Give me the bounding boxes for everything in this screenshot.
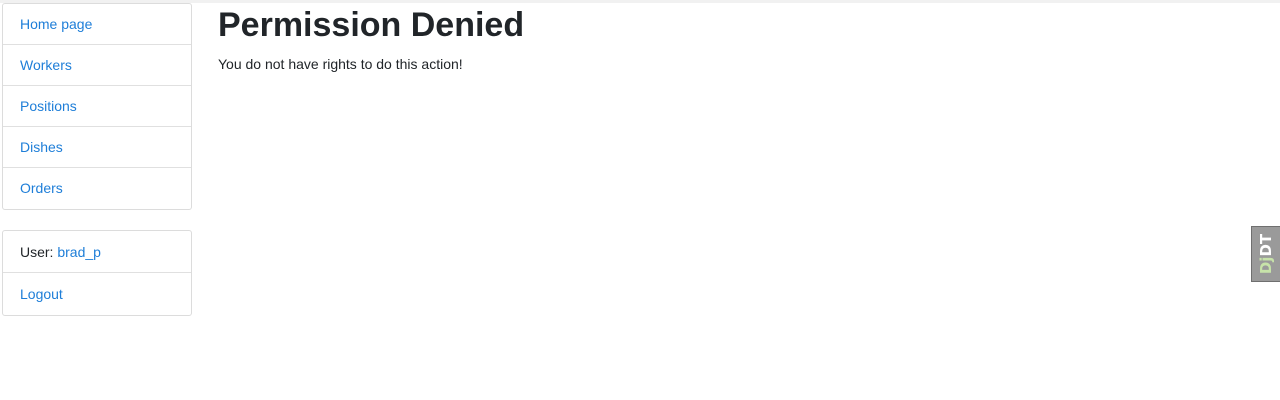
sidebar-item-home-link[interactable]: Home page	[20, 16, 92, 32]
debug-toolbar-logo-dt: DT	[1257, 233, 1275, 257]
sidebar-item-positions-link[interactable]: Positions	[20, 98, 77, 114]
page-title: Permission Denied	[218, 6, 525, 44]
user-label: User:	[20, 244, 58, 260]
top-border	[0, 0, 1280, 3]
logout-item[interactable]: Logout	[3, 273, 191, 315]
sidebar: Home page Workers Positions Dishes Order…	[2, 3, 192, 316]
user-info: User: brad_p	[3, 231, 191, 273]
main-content: Permission Denied You do not have rights…	[218, 5, 524, 72]
sidebar-item-dishes[interactable]: Dishes	[3, 127, 191, 168]
sidebar-nav: Home page Workers Positions Dishes Order…	[2, 3, 192, 210]
debug-toolbar-logo: DjDT	[1257, 234, 1275, 274]
logout-link[interactable]: Logout	[20, 286, 63, 302]
sidebar-item-dishes-link[interactable]: Dishes	[20, 139, 63, 155]
sidebar-item-positions[interactable]: Positions	[3, 86, 191, 127]
username-link[interactable]: brad_p	[57, 244, 101, 260]
user-panel: User: brad_p Logout	[2, 230, 192, 316]
sidebar-item-workers[interactable]: Workers	[3, 45, 191, 86]
debug-toolbar-handle[interactable]: DjDT	[1251, 226, 1280, 282]
sidebar-item-orders-link[interactable]: Orders	[20, 180, 63, 196]
sidebar-item-workers-link[interactable]: Workers	[20, 57, 72, 73]
permission-message: You do not have rights to do this action…	[218, 56, 463, 72]
debug-toolbar-logo-dj: Dj	[1257, 256, 1275, 275]
sidebar-item-home[interactable]: Home page	[3, 4, 191, 45]
sidebar-item-orders[interactable]: Orders	[3, 168, 191, 209]
